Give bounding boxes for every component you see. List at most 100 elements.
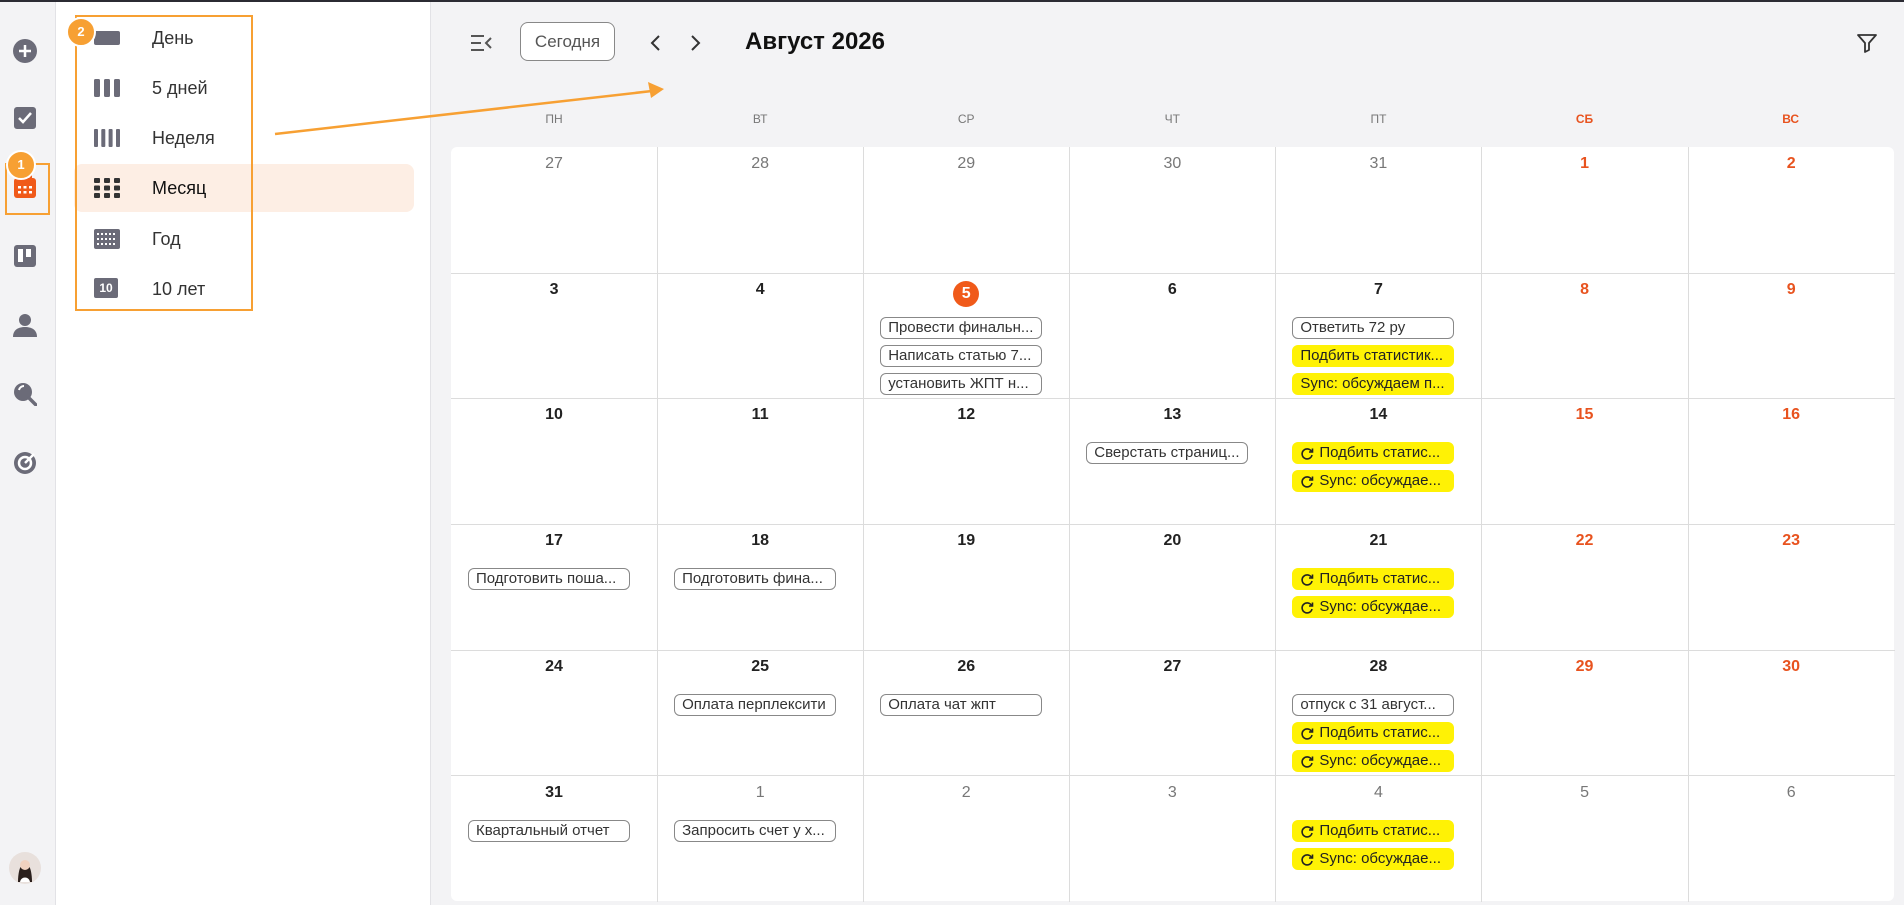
calendar-event[interactable]: Запросить счет у х... bbox=[674, 819, 837, 842]
date-number[interactable]: 3 bbox=[451, 281, 657, 299]
date-number[interactable]: 17 bbox=[451, 532, 657, 550]
date-number[interactable]: 26 bbox=[863, 658, 1069, 676]
date-number[interactable]: 3 bbox=[1069, 784, 1275, 802]
date-number[interactable]: 25 bbox=[657, 658, 863, 676]
date-number[interactable]: 1 bbox=[1482, 155, 1688, 173]
date-number[interactable]: 7 bbox=[1275, 281, 1481, 299]
day-cell[interactable]: 30 bbox=[1687, 650, 1895, 777]
day-cell[interactable]: 19 bbox=[863, 524, 1071, 651]
day-cell[interactable]: 23 bbox=[1687, 524, 1895, 651]
date-number[interactable]: 15 bbox=[1482, 406, 1688, 424]
day-cell[interactable]: 22 bbox=[1481, 524, 1689, 651]
date-number[interactable]: 23 bbox=[1688, 532, 1895, 550]
date-number[interactable]: 30 bbox=[1069, 155, 1275, 173]
calendar-event[interactable]: Sync: обсуждае... bbox=[1292, 749, 1455, 772]
date-number[interactable]: 13 bbox=[1069, 406, 1275, 424]
date-number[interactable]: 29 bbox=[1482, 658, 1688, 676]
date-number[interactable]: 20 bbox=[1069, 532, 1275, 550]
day-cell[interactable]: 8 bbox=[1481, 272, 1689, 400]
date-number[interactable]: 22 bbox=[1482, 532, 1688, 550]
calendar-event[interactable]: Оплата перплексити bbox=[674, 693, 837, 716]
filter-icon[interactable] bbox=[1856, 32, 1878, 54]
calendar-event[interactable]: Подбить статис... bbox=[1292, 819, 1455, 842]
day-cell[interactable]: 10 bbox=[451, 398, 659, 526]
day-cell[interactable]: 12 bbox=[863, 398, 1071, 526]
date-number[interactable]: 12 bbox=[863, 406, 1069, 424]
day-cell[interactable]: 4 Подбить статис... Sync: обсуждае... bbox=[1275, 775, 1483, 903]
calendar-event[interactable]: Квартальный отчет bbox=[468, 819, 630, 842]
calendar-event[interactable]: Оплата чат жпт bbox=[880, 693, 1043, 716]
date-number[interactable]: 11 bbox=[657, 406, 863, 424]
today-date-number[interactable]: 5 bbox=[863, 280, 1069, 307]
day-cell[interactable]: 16 bbox=[1687, 398, 1895, 526]
date-number[interactable]: 6 bbox=[1688, 784, 1895, 802]
day-cell[interactable]: 4 bbox=[657, 272, 865, 400]
date-number[interactable]: 5 bbox=[1482, 784, 1688, 802]
day-cell[interactable]: 25 Оплата перплексити bbox=[657, 649, 865, 777]
day-cell[interactable]: 13 Сверстать страниц... bbox=[1069, 398, 1277, 526]
day-cell[interactable]: 9 bbox=[1687, 273, 1895, 400]
day-cell[interactable]: 28 отпуск с 31 август... Подбить статис...… bbox=[1275, 649, 1483, 777]
date-number[interactable]: 24 bbox=[451, 658, 657, 676]
date-number[interactable]: 31 bbox=[451, 784, 657, 802]
day-cell[interactable]: 5 Провести финальн... Написать статью 7...… bbox=[863, 272, 1071, 400]
day-cell[interactable]: 29 bbox=[1481, 649, 1689, 777]
date-number[interactable]: 1 bbox=[657, 784, 863, 802]
day-cell[interactable]: 31 Квартальный отчет bbox=[451, 775, 659, 903]
calendar-event[interactable]: Подготовить фина... bbox=[674, 568, 837, 591]
day-cell[interactable]: 1 Запросить счет у х... bbox=[657, 775, 865, 903]
date-number[interactable]: 8 bbox=[1482, 281, 1688, 299]
day-cell[interactable]: 6 bbox=[1688, 776, 1895, 903]
day-cell[interactable]: 3 bbox=[451, 272, 659, 400]
calendar-event[interactable]: Подготовить поша... bbox=[468, 568, 630, 591]
date-number[interactable]: 2 bbox=[1688, 155, 1895, 173]
calendar-event[interactable]: Sync: обсуждае... bbox=[1292, 470, 1455, 493]
day-cell[interactable]: 2 bbox=[863, 775, 1071, 903]
day-cell[interactable]: 6 bbox=[1069, 272, 1277, 400]
calendar-event[interactable]: Подбить статис... bbox=[1292, 721, 1455, 744]
day-cell[interactable]: 30 bbox=[1069, 147, 1277, 274]
prev-month-icon[interactable] bbox=[645, 32, 665, 54]
calendar-event[interactable]: Подбить статис... bbox=[1292, 442, 1455, 465]
date-number[interactable]: 28 bbox=[1275, 658, 1481, 676]
day-cell[interactable]: 28 bbox=[657, 147, 865, 274]
day-cell[interactable]: 27 bbox=[451, 147, 659, 274]
date-number[interactable]: 30 bbox=[1688, 658, 1895, 676]
calendar-event[interactable]: отпуск с 31 август... bbox=[1292, 693, 1455, 716]
calendar-event[interactable]: Подбить статистик... bbox=[1292, 344, 1455, 367]
date-number[interactable]: 2 bbox=[863, 784, 1069, 802]
day-cell[interactable]: 27 bbox=[1069, 649, 1277, 777]
calendar-event[interactable]: Написать статью 7... bbox=[880, 344, 1043, 367]
date-number[interactable]: 27 bbox=[451, 155, 657, 173]
date-number[interactable]: 19 bbox=[863, 532, 1069, 550]
date-number[interactable]: 9 bbox=[1688, 281, 1895, 299]
day-cell[interactable]: 26 Оплата чат жпт bbox=[863, 649, 1071, 777]
calendar-event[interactable]: Сверстать страниц... bbox=[1086, 442, 1249, 465]
date-number[interactable]: 6 bbox=[1069, 281, 1275, 299]
calendar-event[interactable]: Провести финальн... bbox=[880, 316, 1043, 339]
day-cell[interactable]: 2 bbox=[1687, 147, 1895, 274]
day-cell[interactable]: 18 Подготовить фина... bbox=[657, 524, 865, 651]
date-number[interactable]: 4 bbox=[657, 281, 863, 299]
date-number[interactable]: 28 bbox=[657, 155, 863, 173]
date-number[interactable]: 18 bbox=[657, 532, 863, 550]
day-cell[interactable]: 21 Подбить статис... Sync: обсуждае... bbox=[1275, 524, 1483, 651]
collapse-sidebar-icon[interactable] bbox=[469, 32, 493, 54]
day-cell[interactable]: 17 Подготовить поша... bbox=[451, 524, 659, 651]
calendar-event[interactable]: Ответить 72 ру bbox=[1292, 316, 1455, 339]
calendar-event[interactable]: Подбить статис... bbox=[1292, 568, 1455, 591]
date-number[interactable]: 21 bbox=[1275, 532, 1481, 550]
day-cell[interactable]: 20 bbox=[1069, 524, 1277, 651]
date-number[interactable]: 27 bbox=[1069, 658, 1275, 676]
day-cell[interactable]: 7 Ответить 72 ру Подбить статистик... Sync:… bbox=[1275, 272, 1483, 400]
day-cell[interactable]: 11 bbox=[657, 398, 865, 526]
date-number[interactable]: 16 bbox=[1688, 406, 1895, 424]
day-cell[interactable]: 24 bbox=[451, 649, 659, 777]
today-button[interactable]: Сегодня bbox=[520, 22, 615, 61]
day-cell[interactable]: 14 Подбить статис... Sync: обсуждае... bbox=[1275, 398, 1483, 526]
date-number[interactable]: 29 bbox=[863, 155, 1069, 173]
date-number[interactable]: 4 bbox=[1275, 784, 1481, 802]
calendar-event[interactable]: установить ЖПТ н... bbox=[880, 372, 1043, 395]
day-cell[interactable]: 5 bbox=[1482, 775, 1689, 903]
next-month-icon[interactable] bbox=[686, 32, 706, 54]
